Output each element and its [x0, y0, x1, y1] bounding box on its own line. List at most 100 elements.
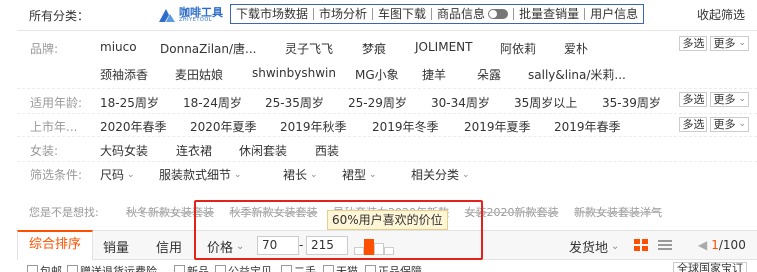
- age-option[interactable]: 30-34周岁: [431, 94, 490, 111]
- age-option[interactable]: 18-24周岁: [183, 94, 242, 111]
- tool-product-info-label: 商品信息: [437, 7, 486, 21]
- price-bar: [374, 243, 384, 255]
- brand-option[interactable]: 阿依莉: [500, 40, 536, 57]
- grid-view-icon[interactable]: [634, 239, 648, 251]
- did-you-mean-item[interactable]: 秋冬新款女装套装: [126, 206, 214, 219]
- tool-product-info[interactable]: 商品信息: [432, 5, 513, 23]
- tool-main-image-download[interactable]: 车图下载: [373, 5, 431, 23]
- season-option[interactable]: 2019年夏季: [464, 118, 531, 135]
- prev-page-icon[interactable]: ◀: [698, 238, 707, 252]
- age-option[interactable]: 25-29周岁: [348, 94, 407, 111]
- service-filter-strip: 包邮 赠送退货运费险 新品 公益宝贝 二手 天猫 正品保障 全球国家宝订: [17, 261, 757, 272]
- service-checkbox[interactable]: 正品保障: [365, 263, 422, 272]
- brand-option[interactable]: 捷羊: [422, 66, 446, 83]
- season-multi-select-button[interactable]: 多选: [679, 117, 708, 132]
- brand-option[interactable]: shwinbyshwin: [252, 66, 336, 80]
- tool-menu: 下载市场数据 市场分析 车图下载 商品信息 批量查销量 用户信息: [230, 4, 645, 24]
- brand-option[interactable]: miuco: [100, 40, 137, 54]
- age-option[interactable]: 35周岁以上: [514, 94, 577, 111]
- all-categories-label: 所有分类：: [29, 9, 90, 23]
- collapse-filter-button[interactable]: 收起筛选: [697, 6, 745, 23]
- tool-market-analysis[interactable]: 市场分析: [314, 5, 372, 23]
- season-option[interactable]: 2020年夏季: [190, 118, 257, 135]
- logo: 咖啡工具 ZHIYETOOL: [157, 4, 223, 26]
- service-checkbox[interactable]: 新品: [174, 263, 209, 272]
- sort-bar: 综合排序 销量 信用 价格 70 - 215 发货地 ◀ 1/100: [17, 230, 757, 260]
- brand-multi-select-button[interactable]: 多选: [679, 36, 708, 51]
- price-bar-highlighted: [364, 239, 374, 255]
- womenswear-label: 女装:: [30, 144, 59, 158]
- age-option[interactable]: 18-25周岁: [100, 94, 159, 111]
- total-pages: /100: [718, 238, 746, 252]
- season-label: 上市年...: [30, 120, 78, 134]
- womenswear-option[interactable]: 大码女装: [100, 142, 148, 159]
- brand-option[interactable]: JOLIMENT: [415, 40, 472, 54]
- price-max-input[interactable]: 215: [306, 236, 348, 255]
- service-checkbox[interactable]: 赠送退货运费险: [67, 263, 157, 272]
- sort-sales-tab[interactable]: 销量: [103, 237, 129, 256]
- sort-price-tab[interactable]: 价格: [207, 237, 244, 256]
- season-option[interactable]: 2019年春季: [554, 118, 621, 135]
- price-preference-tooltip: 60%用户喜欢的价位: [327, 210, 448, 230]
- price-bar: [354, 247, 364, 255]
- sort-credit-tab[interactable]: 信用: [156, 237, 182, 256]
- age-multi-select-button[interactable]: 多选: [679, 92, 708, 107]
- logo-icon: [157, 7, 177, 23]
- current-page: 1: [711, 238, 719, 252]
- age-option[interactable]: 35-39周岁: [602, 94, 661, 111]
- brand-option[interactable]: sally&lina/米莉...: [528, 66, 626, 83]
- age-label: 适用年龄:: [30, 96, 83, 110]
- brand-option[interactable]: 麦田姑娘: [175, 66, 223, 83]
- tool-batch-sales[interactable]: 批量查销量: [514, 5, 584, 23]
- ship-from-dropdown[interactable]: 发货地: [569, 237, 619, 256]
- brand-option[interactable]: 灵子飞飞: [285, 40, 333, 57]
- global-store-button[interactable]: 全球国家宝订: [673, 262, 747, 272]
- season-option[interactable]: 2020年春季: [100, 118, 167, 135]
- top-bar: 所有分类： 咖啡工具 ZHIYETOOL 下载市场数据 市场分析 车图下载 商品…: [0, 0, 757, 30]
- condition-skirt-length-dropdown[interactable]: 裙长: [283, 166, 318, 183]
- service-checkbox[interactable]: 包邮: [27, 263, 62, 272]
- brand-option[interactable]: 梦痕: [362, 40, 386, 57]
- age-option[interactable]: 25-35周岁: [265, 94, 324, 111]
- list-view-icon[interactable]: [658, 239, 672, 251]
- condition-skirt-type-dropdown[interactable]: 裙型: [342, 166, 377, 183]
- service-checkbox[interactable]: 二手: [281, 263, 316, 272]
- service-checkbox[interactable]: 公益宝贝: [215, 263, 272, 272]
- brand-option[interactable]: 朵露: [477, 66, 501, 83]
- condition-label: 筛选条件:: [30, 168, 83, 182]
- brand-more-button[interactable]: 更多: [710, 36, 749, 51]
- womenswear-option[interactable]: 西装: [315, 142, 339, 159]
- filter-panel: 品牌: miuco DonnaZilan/唐... 灵子飞飞 梦痕 JOLIME…: [17, 30, 757, 190]
- pager: ◀ 1/100: [698, 238, 746, 252]
- womenswear-option[interactable]: 休闲套装: [239, 142, 287, 159]
- did-you-mean-item[interactable]: 秋季新款女装套装: [230, 206, 318, 219]
- did-you-mean-label: 您是不是想找:: [29, 206, 99, 219]
- product-info-toggle[interactable]: [488, 9, 509, 19]
- price-min-input[interactable]: 70: [257, 236, 299, 255]
- season-more-button[interactable]: 更多: [710, 117, 749, 132]
- condition-related-category-dropdown[interactable]: 相关分类: [411, 166, 470, 183]
- brand-option[interactable]: MG小象: [355, 66, 399, 83]
- age-more-button[interactable]: 更多: [710, 92, 749, 107]
- price-range-separator: -: [299, 238, 304, 252]
- condition-style-detail-dropdown[interactable]: 服装款式细节: [159, 166, 242, 183]
- womenswear-option[interactable]: 连衣裙: [176, 142, 212, 159]
- season-filter-row: 上市年... 2020年春季 2020年夏季 2019年秋季 2019年冬季 2…: [17, 114, 757, 137]
- condition-filter-row: 筛选条件: 尺码 服装款式细节 裙长 裙型 相关分类: [17, 162, 757, 187]
- brand-option[interactable]: 爱朴: [564, 40, 588, 57]
- price-distribution-chart[interactable]: [354, 237, 396, 255]
- brand-option[interactable]: DonnaZilan/唐...: [160, 40, 256, 57]
- age-filter-row: 适用年龄: 18-25周岁 18-24周岁 25-35周岁 25-29周岁 30…: [17, 89, 757, 114]
- brand-filter-row: 品牌: miuco DonnaZilan/唐... 灵子飞飞 梦痕 JOLIME…: [17, 31, 757, 89]
- tool-user-info[interactable]: 用户信息: [585, 5, 643, 23]
- brand-option[interactable]: 颈袖添香: [100, 66, 148, 83]
- season-option[interactable]: 2019年冬季: [372, 118, 439, 135]
- season-option[interactable]: 2019年秋季: [280, 118, 347, 135]
- sort-comprehensive-tab[interactable]: 综合排序: [17, 230, 93, 260]
- did-you-mean-item[interactable]: 女装2020新款套装: [465, 206, 559, 219]
- brand-label: 品牌:: [30, 42, 59, 56]
- tool-download-market-data[interactable]: 下载市场数据: [231, 5, 313, 23]
- service-checkbox[interactable]: 天猫: [323, 263, 358, 272]
- did-you-mean-item[interactable]: 新款女装套装洋气: [574, 206, 662, 219]
- condition-size-dropdown[interactable]: 尺码: [100, 166, 135, 183]
